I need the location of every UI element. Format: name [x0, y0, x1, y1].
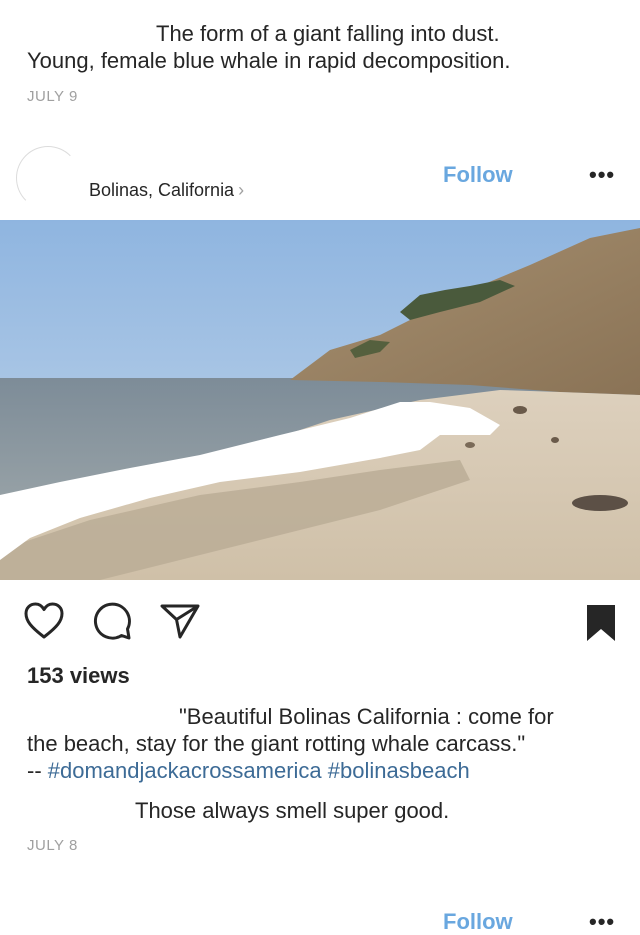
next-follow-button[interactable]: Follow — [443, 909, 513, 935]
heart-icon[interactable] — [21, 598, 67, 644]
post-caption-line3: -- #domandjackacrossamerica #bolinasbeac… — [27, 757, 470, 784]
post-caption-line1: "Beautiful Bolinas California : come for — [179, 704, 554, 729]
post-caption-line2: the beach, stay for the giant rotting wh… — [27, 731, 526, 756]
more-options-button[interactable]: ••• — [589, 162, 615, 188]
post-date: JULY 8 — [27, 837, 78, 854]
hashtag-link[interactable]: #bolinasbeach — [328, 758, 470, 783]
avatar[interactable] — [16, 146, 80, 210]
chevron-right-icon: › — [238, 180, 245, 200]
comment-icon[interactable] — [89, 598, 135, 644]
view-count[interactable]: 153 views — [27, 663, 130, 689]
bookmark-icon[interactable] — [584, 603, 618, 643]
post-image[interactable] — [0, 220, 640, 580]
caption-prefix: -- — [27, 758, 48, 783]
location-label: Bolinas, California — [89, 180, 235, 200]
prev-post-date: JULY 9 — [27, 88, 78, 105]
follow-button[interactable]: Follow — [443, 162, 513, 188]
comment-text: Those always smell super good. — [135, 798, 450, 823]
post-location[interactable]: Bolinas, California › — [89, 180, 244, 201]
prev-caption-line1: The form of a giant falling into dust. — [156, 21, 500, 46]
hashtag-link[interactable]: #domandjackacrossamerica — [48, 758, 322, 783]
next-more-options-button[interactable]: ••• — [589, 909, 615, 935]
prev-caption-line2: Young, female blue whale in rapid decomp… — [27, 48, 511, 73]
send-icon[interactable] — [157, 598, 203, 644]
